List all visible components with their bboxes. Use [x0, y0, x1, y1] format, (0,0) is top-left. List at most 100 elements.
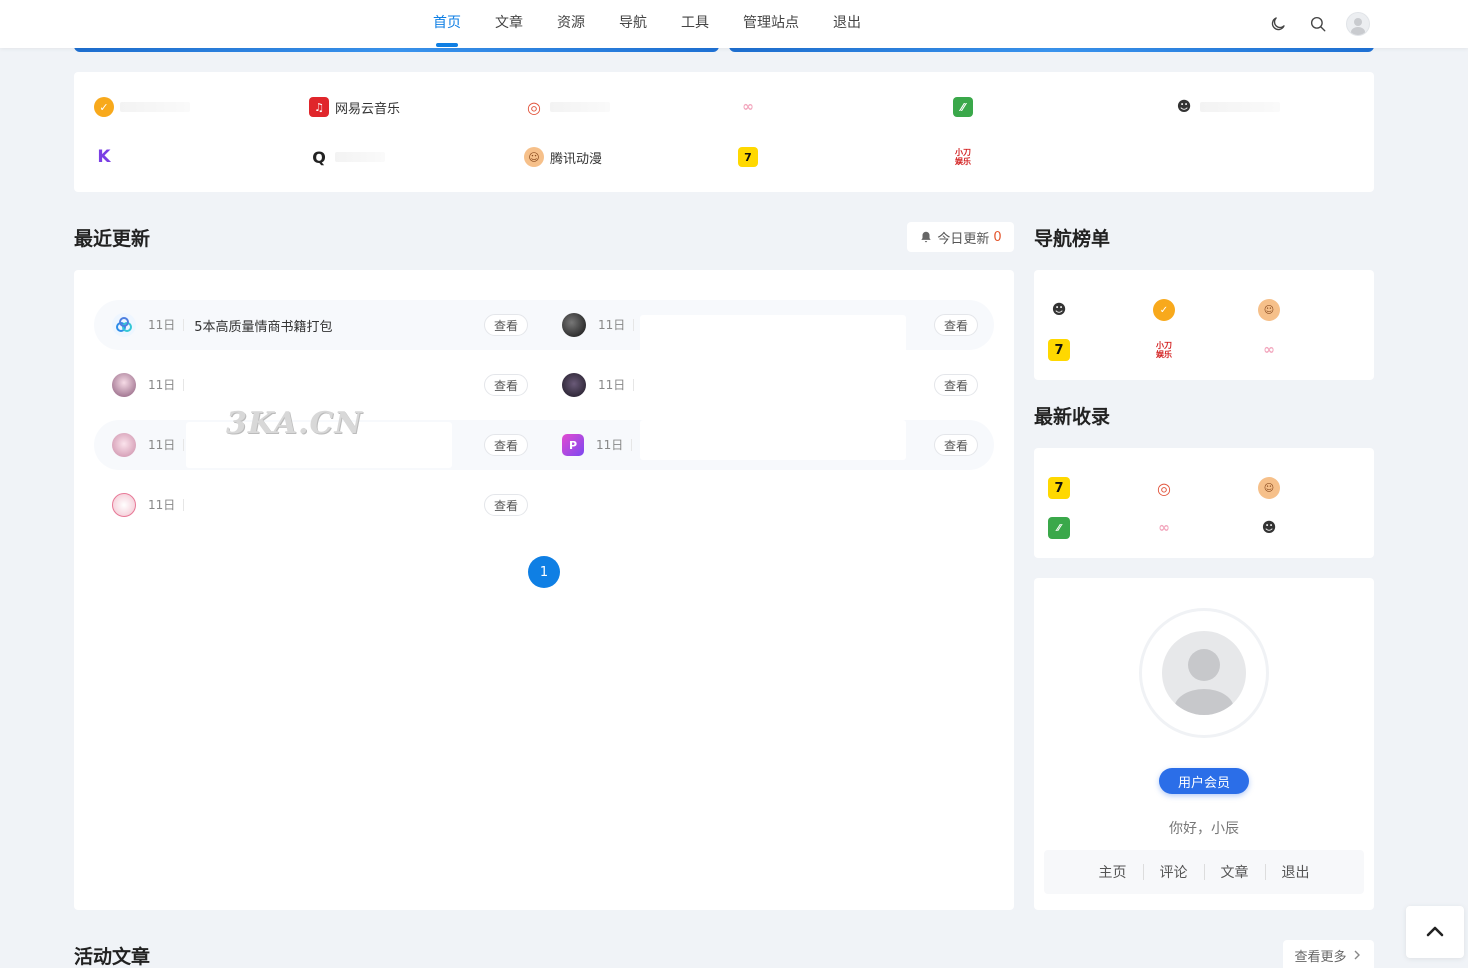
main-nav: 首页 文章 资源 导航 工具 管理站点 退出: [420, 0, 882, 48]
list-item[interactable]: 11日: [562, 370, 635, 400]
app-item[interactable]: ∞: [738, 95, 764, 119]
app-item[interactable]: ✓: [94, 95, 190, 119]
moon-icon[interactable]: [1266, 12, 1290, 36]
view-button[interactable]: 查看: [484, 374, 528, 396]
k-logo-icon: K: [97, 147, 111, 167]
pig-icon: ∞: [742, 99, 754, 115]
pagination-page-1[interactable]: 1: [528, 556, 560, 588]
tencent-comic-icon[interactable]: ☺: [1258, 299, 1280, 321]
nav-logout[interactable]: 退出: [820, 0, 874, 48]
target-icon[interactable]: ◎: [1153, 477, 1175, 499]
app-item[interactable]: ⁄⁄: [953, 95, 979, 119]
list-date: 11日: [148, 319, 185, 331]
netease-music-icon: ♫: [309, 97, 329, 117]
qimao-7-icon[interactable]: 7: [1048, 339, 1070, 361]
view-more-label: 查看更多: [1294, 949, 1347, 965]
app-item-tencent-comic[interactable]: ☺ 腾讯动漫: [524, 145, 602, 169]
redacted-title: [640, 315, 906, 355]
chevron-up-icon: [1426, 926, 1444, 937]
target-icon: ◎: [527, 97, 541, 117]
pig-icon[interactable]: ∞: [1258, 339, 1280, 361]
today-count: 0: [993, 229, 1002, 245]
cloud-drive-icon: [112, 313, 136, 337]
app-item[interactable]: K: [94, 145, 120, 169]
nav-tools[interactable]: 工具: [668, 0, 722, 48]
view-button[interactable]: 查看: [934, 434, 978, 456]
leaf-icon: ⁄⁄: [953, 97, 973, 117]
nav-resources[interactable]: 资源: [544, 0, 598, 48]
leaf-icon[interactable]: ⁄⁄: [1048, 517, 1070, 539]
latest-card: 7 ◎ ☺ ⁄⁄ ∞ ☻: [1034, 448, 1374, 558]
header-actions: [1266, 12, 1370, 36]
ranking-card: ☻ ✓ ☺ 7 小刀 娱乐 ∞: [1034, 270, 1374, 380]
view-button[interactable]: 查看: [484, 494, 528, 516]
xiaodao-entertainment-icon: 小刀 娱乐: [955, 148, 971, 166]
apps-card: ✓ ♫ 网易云音乐 ◎ ∞ ⁄⁄ ☻ K Q ☺ 腾讯动漫 7 小刀 娱乐: [74, 72, 1374, 192]
cartoon-character-icon[interactable]: ☻: [1258, 517, 1280, 539]
qimao-7-icon: 7: [738, 147, 758, 167]
list-item[interactable]: 11日 5本高质量情商书籍打包: [112, 310, 333, 340]
anime-avatar-icon: [112, 373, 136, 397]
view-button[interactable]: 查看: [484, 434, 528, 456]
list-date: 11日: [148, 499, 185, 511]
today-label: 今日更新: [937, 231, 990, 247]
picsart-icon: P: [562, 434, 584, 456]
back-to-top-button[interactable]: [1406, 906, 1464, 958]
verified-badge-icon[interactable]: ✓: [1153, 299, 1175, 321]
tencent-comic-icon: ☺: [524, 147, 544, 167]
bell-icon: [921, 231, 932, 243]
user-greeting: 你好，小辰: [1169, 821, 1239, 837]
app-item[interactable]: 7: [738, 145, 764, 169]
list-item[interactable]: 11日: [562, 310, 635, 340]
nav-navigation[interactable]: 导航: [606, 0, 660, 48]
list-date: 11日: [596, 439, 633, 451]
cartoon-character-icon: ☻: [1176, 99, 1192, 115]
user-link-logout[interactable]: 退出: [1266, 862, 1326, 882]
list-date: 11日: [148, 379, 185, 391]
app-item[interactable]: Q: [309, 145, 385, 169]
watermark: 3KA.CN: [226, 406, 363, 441]
chevron-right-icon: [1354, 950, 1360, 960]
active-articles-title: 活动文章: [74, 946, 151, 968]
nav-home[interactable]: 首页: [420, 0, 474, 48]
user-avatar-large[interactable]: [1139, 608, 1269, 738]
search-icon[interactable]: [1306, 12, 1330, 36]
today-updates-badge[interactable]: 今日更新 0: [907, 222, 1014, 252]
app-item[interactable]: 小刀 娱乐: [953, 145, 979, 169]
cartoon-character-icon[interactable]: ☻: [1048, 299, 1070, 321]
list-item[interactable]: 11日: [112, 490, 185, 520]
ranking-title: 导航榜单: [1034, 228, 1111, 250]
app-item[interactable]: ◎: [524, 95, 610, 119]
list-item[interactable]: 11日: [112, 370, 185, 400]
recent-updates-title: 最近更新: [74, 228, 151, 250]
qimao-7-icon[interactable]: 7: [1048, 477, 1070, 499]
app-item-netease[interactable]: ♫ 网易云音乐: [309, 95, 400, 119]
view-more-button[interactable]: 查看更多: [1283, 940, 1374, 968]
tencent-comic-icon[interactable]: ☺: [1258, 477, 1280, 499]
cartoon-avatar-icon: [112, 493, 136, 517]
view-button[interactable]: 查看: [484, 314, 528, 336]
user-avatar[interactable]: [1346, 12, 1370, 36]
member-button[interactable]: 用户会员: [1159, 768, 1249, 794]
top-header: 首页 文章 资源 导航 工具 管理站点 退出: [0, 0, 1468, 48]
user-link-comments[interactable]: 评论: [1144, 862, 1204, 882]
list-item[interactable]: 11日: [112, 430, 185, 460]
dark-character-avatar-icon: [562, 373, 586, 397]
user-link-home[interactable]: 主页: [1083, 862, 1143, 882]
nav-admin[interactable]: 管理站点: [730, 0, 812, 48]
view-button[interactable]: 查看: [934, 374, 978, 396]
xiaodao-entertainment-icon[interactable]: 小刀 娱乐: [1153, 339, 1175, 361]
default-avatar-icon: [1162, 631, 1246, 715]
anime-avatar-icon: [112, 433, 136, 457]
user-links: 主页 评论 文章 退出: [1044, 850, 1364, 894]
user-link-articles[interactable]: 文章: [1205, 862, 1265, 882]
nav-articles[interactable]: 文章: [482, 0, 536, 48]
list-item[interactable]: P 11日: [562, 430, 633, 460]
pig-icon[interactable]: ∞: [1153, 517, 1175, 539]
q-crown-icon: Q: [312, 147, 326, 167]
latest-title: 最新收录: [1034, 406, 1111, 428]
app-item[interactable]: ☻: [1174, 95, 1280, 119]
view-button[interactable]: 查看: [934, 314, 978, 336]
redacted-title: [640, 420, 906, 460]
list-date: 11日: [598, 379, 635, 391]
